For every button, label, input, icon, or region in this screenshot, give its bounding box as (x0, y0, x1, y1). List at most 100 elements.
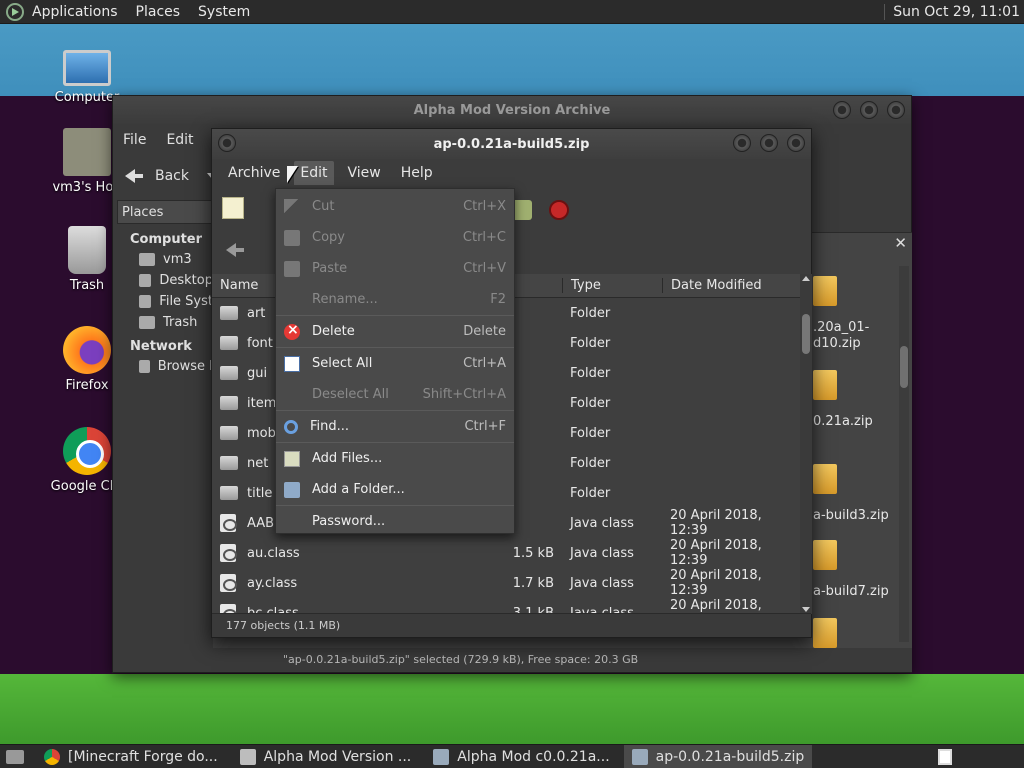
minimize-button[interactable] (833, 101, 851, 119)
add-files-toolbar-icon[interactable] (512, 200, 532, 220)
table-row[interactable]: ay.class 1.7 kB Java class 20 April 2018, 1… (212, 568, 800, 598)
column-header-date[interactable]: Date Modified (662, 278, 800, 293)
cell-date: 20 April 2018, 12:39 (670, 508, 762, 538)
menu-item-cut[interactable]: Cut Ctrl+X (276, 191, 514, 222)
sidebar-item-browse-network[interactable]: Browse I (113, 356, 213, 377)
menu-item-select-all[interactable]: Select All Ctrl+A (276, 348, 514, 379)
sidebar-item-vm3[interactable]: vm3 (113, 249, 213, 270)
close-button[interactable] (887, 101, 905, 119)
task-chrome[interactable]: [Minecraft Forge do... (36, 745, 226, 768)
scroll-up-icon[interactable] (802, 276, 810, 281)
panel-clock[interactable]: Sun Oct 29, 11:01 (884, 3, 1020, 20)
file-name: title (247, 485, 273, 501)
zip-package-icon (813, 276, 837, 306)
scroll-thumb[interactable] (802, 314, 810, 354)
archive-titlebar[interactable]: ap-0.0.21a-build5.zip (212, 129, 811, 159)
cell-type: Folder (570, 395, 611, 411)
table-row[interactable]: au.class 1.5 kB Java class 20 April 2018, 1… (212, 538, 800, 568)
menu-item-label: Password... (312, 514, 386, 529)
sidebar-item-trash[interactable]: Trash (113, 312, 213, 333)
back-arrow-icon[interactable] (123, 165, 145, 187)
zip-package-icon (813, 540, 837, 570)
menu-view[interactable]: View (342, 161, 387, 185)
menu-edit[interactable]: Edit (294, 161, 334, 185)
zip-package-icon (813, 370, 837, 400)
workspace-switcher-icon[interactable] (938, 748, 952, 765)
sidebar-item-label: File Syst (159, 294, 213, 309)
menu-help[interactable]: Help (395, 161, 439, 185)
menu-item-delete[interactable]: Delete Delete (276, 316, 514, 347)
menu-item-add-files[interactable]: Add Files... (276, 443, 514, 474)
stop-icon[interactable] (549, 200, 569, 220)
minimize-button[interactable] (733, 134, 751, 152)
menu-item-label: Find... (310, 419, 350, 434)
back-arrow-icon[interactable] (224, 239, 246, 261)
menu-item-copy[interactable]: Copy Ctrl+C (276, 222, 514, 253)
menu-archive[interactable]: Archive (222, 161, 286, 185)
file-name: mob (247, 425, 276, 441)
desktop-icon (139, 274, 152, 287)
menu-item-label: Cut (312, 199, 335, 214)
back-button[interactable]: Back (155, 168, 189, 184)
menu-item-find[interactable]: Find... Ctrl+F (276, 411, 514, 442)
task-label: ap-0.0.21a-build5.zip (655, 748, 805, 765)
task-archive-build5[interactable]: ap-0.0.21a-build5.zip (623, 744, 813, 768)
menu-item-label: Deselect All (312, 387, 389, 402)
sidebar-item-filesystem[interactable]: File Syst (113, 291, 213, 312)
archive-list-scrollbar[interactable] (800, 274, 812, 614)
zip-package-icon (813, 618, 837, 648)
file-label[interactable]: .20a_01- (813, 320, 869, 335)
cell-date: 20 April 2018, 12:39 (670, 568, 762, 598)
menu-item-label: Paste (312, 261, 348, 276)
menu-item-label: Add a Folder... (312, 482, 405, 497)
menu-item-rename[interactable]: Rename... F2 (276, 284, 514, 315)
cell-type: Java class (570, 515, 634, 531)
file-label[interactable]: 0.21a.zip (813, 414, 873, 429)
archive-icon (433, 748, 450, 765)
blank-icon (284, 292, 300, 308)
new-archive-icon[interactable] (222, 197, 244, 219)
menu-item-accelerator: Ctrl+A (463, 356, 506, 371)
cell-name: ay.class (212, 574, 462, 592)
file-manager-statusbar: "ap-0.0.21a-build5.zip" selected (729.9 … (213, 648, 912, 672)
menu-item-accelerator: Ctrl+F (464, 419, 506, 434)
close-button[interactable] (787, 134, 805, 152)
menu-item-label: Delete (312, 324, 355, 339)
paste-icon (284, 260, 300, 277)
cell-date: 20 April 2018, 12:39 (670, 538, 762, 568)
blank-icon (284, 514, 300, 530)
column-header-type[interactable]: Type (562, 278, 662, 293)
menu-item-deselect-all[interactable]: Deselect All Shift+Ctrl+A (276, 379, 514, 410)
places-sidebar: Computer vm3 Desktop File Syst Trash Net… (113, 226, 213, 377)
menu-edit[interactable]: Edit (166, 132, 193, 148)
window-title: Alpha Mod Version Archive (413, 102, 611, 118)
menu-item-paste[interactable]: Paste Ctrl+V (276, 253, 514, 284)
menu-item-accelerator: Ctrl+V (463, 261, 506, 276)
menu-file[interactable]: File (123, 132, 146, 148)
file-label[interactable]: a-build7.zip (813, 584, 889, 599)
show-desktop-icon[interactable] (6, 749, 24, 764)
menu-system[interactable]: System (198, 4, 250, 20)
task-file-manager[interactable]: Alpha Mod Version ... (232, 745, 420, 768)
close-icon[interactable]: ✕ (894, 234, 907, 252)
file-label[interactable]: d10.zip (813, 336, 861, 351)
scroll-down-icon[interactable] (802, 607, 810, 612)
table-row[interactable]: bc.class3.1 kBJava class20 April 2018, 1… (212, 598, 800, 614)
sidebar-item-label: Trash (163, 315, 198, 330)
zip-package-icon (813, 464, 837, 494)
menu-places[interactable]: Places (136, 4, 181, 20)
distro-logo-icon[interactable] (6, 2, 24, 21)
maximize-button[interactable] (760, 134, 778, 152)
maximize-button[interactable] (860, 101, 878, 119)
file-label[interactable]: a-build3.zip (813, 508, 889, 523)
file-manager-scrollbar[interactable] (899, 266, 909, 642)
menu-item-password[interactable]: Password... (276, 506, 514, 537)
magnifier-icon (284, 419, 298, 434)
file-manager-titlebar[interactable]: Alpha Mod Version Archive (113, 96, 911, 124)
window-menu-button[interactable] (218, 134, 236, 152)
menu-item-add-a-folder[interactable]: Add a Folder... (276, 474, 514, 505)
menu-applications[interactable]: Applications (32, 4, 118, 20)
places-selector[interactable]: Places (117, 200, 213, 224)
sidebar-item-desktop[interactable]: Desktop (113, 270, 213, 291)
task-archive-c0021a[interactable]: Alpha Mod c0.0.21a... (425, 745, 617, 768)
